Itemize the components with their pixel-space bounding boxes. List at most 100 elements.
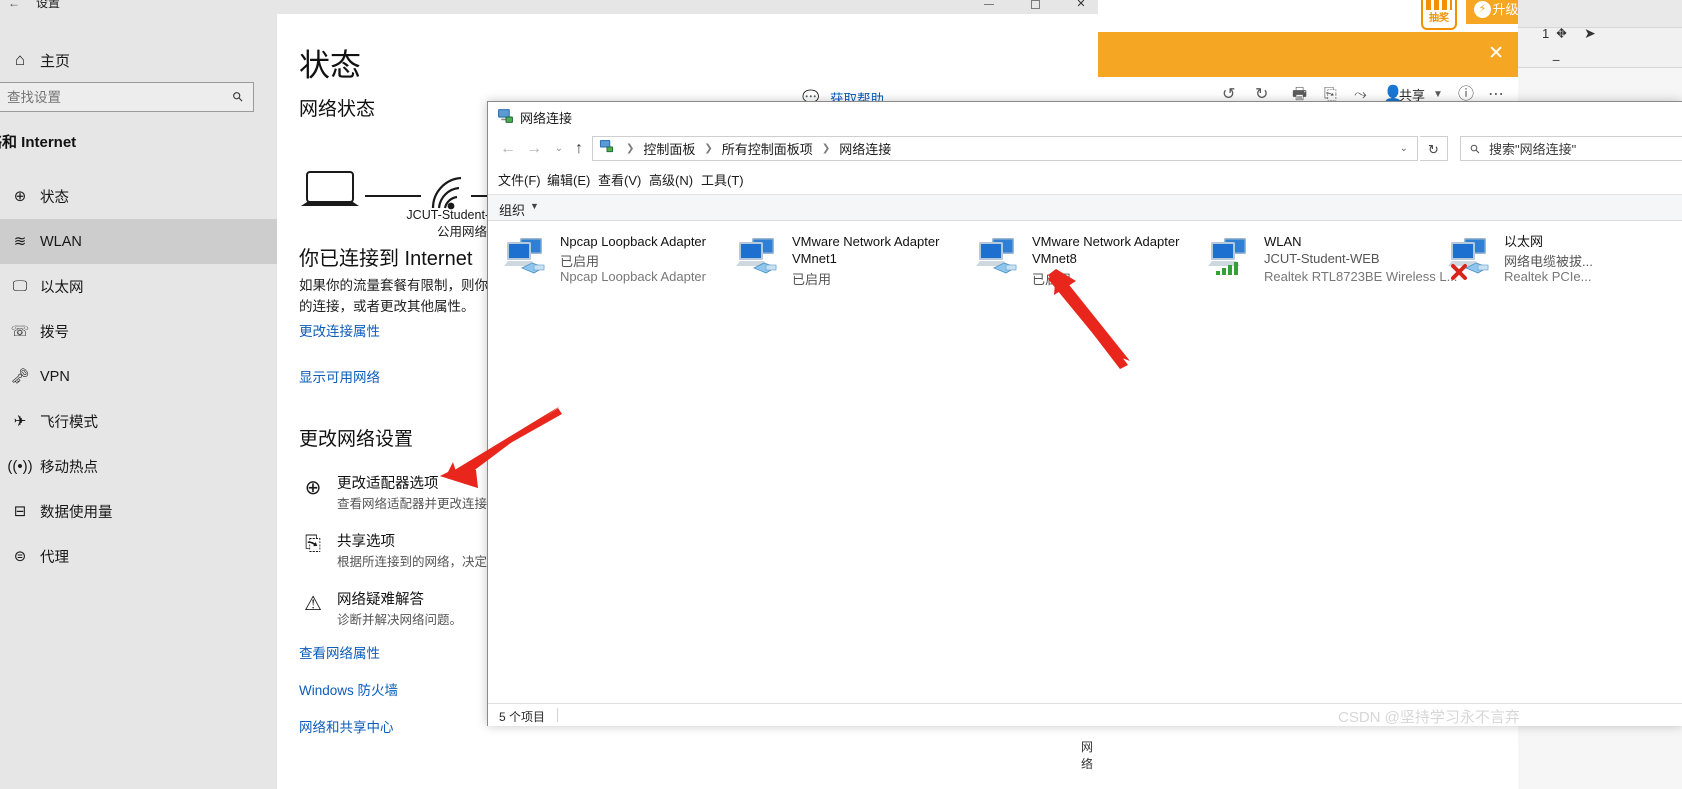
settings-titlebar: ← 设置 ✕ — [0, 0, 1098, 14]
network-connections-list: Npcap Loopback Adapter 已启用 Npcap Loopbac… — [488, 221, 1682, 703]
arrow-right-icon[interactable]: ➤ — [1584, 25, 1596, 42]
sidebar-item-label: 移动热点 — [40, 460, 98, 476]
item-count-label: 5 个项目 — [499, 710, 546, 724]
page-number: 1 — [1542, 26, 1550, 41]
wifi-icon: ≋ — [13, 233, 27, 250]
chevron-down-icon[interactable]: ⌄ — [1400, 143, 1417, 154]
data-usage-icon: ⊟ — [13, 503, 27, 520]
network-adapter-icon — [1208, 235, 1262, 283]
network-adapter-icon — [736, 235, 790, 283]
list-item[interactable]: VMware Network Adapter VMnet1 已启用 — [728, 233, 968, 295]
sidebar-item-vpn[interactable]: 🗝 VPN — [0, 354, 277, 399]
option-title: 共享选项 — [337, 534, 395, 550]
lottery-label: 抽奖 — [1429, 13, 1449, 24]
adapter-name: Npcap Loopback Adapter — [560, 234, 706, 249]
sidebar-item-proxy[interactable]: ⊜ 代理 — [0, 534, 277, 579]
org-chart-icon[interactable]: ⛖ — [1556, 25, 1567, 42]
sidebar-item-label: 代理 — [40, 550, 69, 566]
sidebar-item-label: 飞行模式 — [40, 415, 98, 431]
network-connections-search-box[interactable]: ⚲ 搜索"网络连接" — [1460, 136, 1682, 161]
globe-status-icon: ⊕ — [13, 188, 27, 205]
network-sharing-center-link[interactable]: 网络和共享中心 — [299, 716, 394, 736]
sidebar-item-data-usage[interactable]: ⊟ 数据使用量 — [0, 489, 277, 534]
sidebar-item-label: 状态 — [40, 190, 69, 206]
menu-edit[interactable]: 编辑(E) — [547, 170, 590, 189]
windows-firewall-link[interactable]: Windows 防火墙 — [299, 679, 398, 699]
network-status-heading: 网络状态 — [299, 99, 376, 120]
minimize-icon[interactable]: − — [1552, 52, 1560, 68]
adapter-status: 网络电缆被拔... — [1504, 254, 1593, 269]
menu-tools[interactable]: 工具(T) — [701, 170, 744, 189]
organize-button[interactable]: 组织 — [499, 200, 525, 219]
breadcrumb-item-control-panel[interactable]: 控制面板 — [641, 139, 697, 158]
show-available-networks-link[interactable]: 显示可用网络 — [299, 366, 380, 386]
breadcrumb-separator: ❯ — [704, 143, 713, 154]
orange-promo-banner: ✕ — [1098, 32, 1518, 77]
network-connections-menubar: 文件(F) 编辑(E) 查看(V) 高级(N) 工具(T) — [488, 166, 1682, 194]
maximize-icon — [1030, 0, 1040, 9]
sidebar-item-mobile-hotspot[interactable]: ((•)) 移动热点 — [0, 444, 277, 489]
menu-file[interactable]: 文件(F) — [498, 170, 541, 189]
list-item[interactable]: Npcap Loopback Adapter 已启用 Npcap Loopbac… — [496, 233, 736, 295]
address-bar-breadcrumb[interactable]: ❯ 控制面板 ❯ 所有控制面板项 ❯ 网络连接 ⌄ — [592, 136, 1418, 161]
minimize-button[interactable] — [966, 0, 1012, 15]
settings-window-title: 设置 — [36, 0, 61, 10]
search-input[interactable] — [0, 89, 223, 105]
statusbar-divider — [557, 708, 558, 722]
sidebar-item-ethernet[interactable]: 🖵 以太网 — [0, 264, 277, 309]
sidebar-item-dialup[interactable]: ☏ 拨号 — [0, 309, 277, 354]
chevron-down-icon[interactable]: ▼ — [530, 201, 539, 211]
connected-description: 如果你的流量套餐有限制，则你费的连接，或者更改其他属性。 — [299, 278, 502, 314]
lottery-badge[interactable]: 抽奖 — [1421, 0, 1457, 30]
maximize-button[interactable] — [1012, 0, 1058, 15]
network-type: 公用网络 — [436, 225, 487, 239]
change-network-settings-heading: 更改网络设置 — [299, 429, 414, 450]
change-connection-properties-link[interactable]: 更改连接属性 — [299, 320, 380, 340]
sidebar-home-label: 主页 — [40, 52, 71, 70]
view-network-properties-link[interactable]: 查看网络属性 — [299, 642, 380, 662]
search-placeholder: 搜索"网络连接" — [1489, 142, 1577, 157]
breadcrumb-separator: ❯ — [821, 143, 831, 154]
network-connections-title: 网络连接 — [520, 111, 573, 126]
connected-heading: 你已连接到 Internet — [299, 248, 473, 270]
banner-close-icon[interactable]: ✕ — [1488, 42, 1504, 66]
network-adapter-icon: ⊕ — [304, 477, 322, 499]
settings-search-box[interactable]: ⚲ — [0, 82, 254, 112]
menu-advanced[interactable]: 高级(N) — [649, 170, 693, 189]
up-button[interactable]: ↑ — [566, 136, 592, 162]
search-icon: ⚲ — [228, 87, 247, 106]
network-connections-window: 网络连接 ← → ⌄ ↑ ❯ 控制面板 ❯ 所有控制面板项 ❯ 网络连接 ⌄ ↻ — [487, 101, 1682, 726]
lottery-stripes-icon — [1426, 0, 1452, 10]
bottom-text: 网络 — [1081, 740, 1094, 771]
list-item[interactable]: WLAN JCUT-Student-WEB Realtek RTL8723BE … — [1200, 233, 1460, 295]
list-item[interactable]: 以太网 网络电缆被拔... Realtek PCIe... — [1440, 233, 1682, 295]
forward-button[interactable]: → — [521, 136, 547, 162]
adapter-name: VMware Network Adapter VMnet1 — [792, 234, 940, 266]
bolt-icon: ⚡ — [1474, 1, 1491, 18]
upgrade-label: 升级 — [1492, 2, 1519, 17]
adapter-status: JCUT-Student-WEB — [1264, 251, 1380, 266]
adapter-device: Realtek PCIe... — [1504, 269, 1592, 284]
option-desc: 查看网络适配器并更改连接设 — [337, 497, 500, 511]
search-icon: ⚲ — [1466, 140, 1484, 157]
hotspot-icon: ((•)) — [7, 458, 33, 475]
dialup-icon: ☏ — [10, 323, 30, 340]
refresh-button[interactable]: ↻ — [1420, 136, 1448, 161]
sidebar-item-airplane-mode[interactable]: ✈ 飞行模式 — [0, 399, 277, 444]
back-button[interactable]: ← — [495, 136, 521, 162]
list-item[interactable]: VMware Network Adapter VMnet8 已启用 — [968, 233, 1208, 295]
network-connections-icon — [498, 109, 513, 123]
breadcrumb-separator: ❯ — [626, 143, 635, 154]
option-desc: 诊断并解决网络问题。 — [337, 613, 463, 627]
sidebar-item-status[interactable]: ⊕ 状态 — [0, 174, 277, 219]
minimize-icon — [984, 3, 994, 5]
adapter-status: 已启用 — [792, 272, 832, 287]
breadcrumb-item-network-connections[interactable]: 网络连接 — [837, 139, 893, 158]
breadcrumb-item-all-control-panel-items[interactable]: 所有控制面板项 — [720, 139, 815, 158]
adapter-name: 以太网 — [1504, 234, 1544, 249]
back-arrow-icon[interactable]: ← — [8, 0, 20, 10]
sidebar-item-home[interactable]: ⌂ 主页 — [0, 40, 277, 80]
sidebar-item-wlan[interactable]: ≋ WLAN — [0, 219, 277, 264]
share-options-icon: ⎘ — [305, 533, 321, 555]
menu-view[interactable]: 查看(V) — [598, 170, 641, 189]
